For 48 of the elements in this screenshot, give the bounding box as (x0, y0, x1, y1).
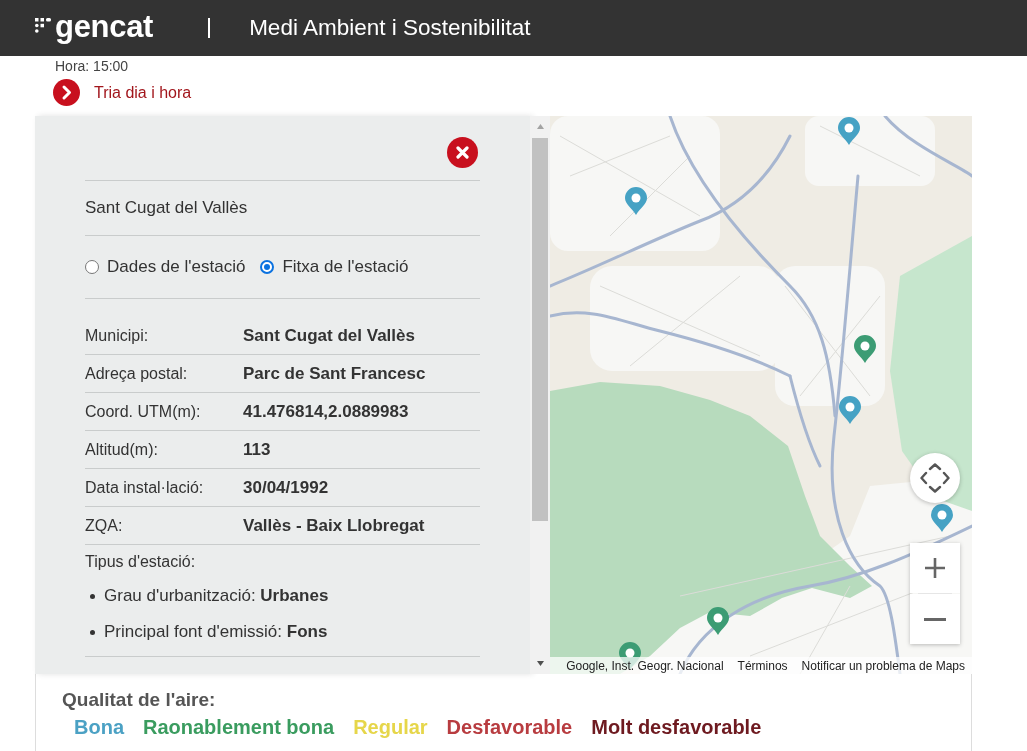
station-type-item: Grau d'urbanització: Urbanes (104, 586, 329, 606)
station-title: Sant Cugat del Vallès (85, 198, 248, 218)
zoom-in-button[interactable] (910, 543, 960, 593)
bullet-icon (90, 629, 95, 635)
header-title: Medi Ambient i Sostenibilitat (249, 15, 531, 41)
field-value: 41.476814,2.0889983 (243, 401, 409, 422)
scroll-down-icon[interactable] (536, 661, 544, 666)
legend-level: Regular (353, 715, 428, 739)
station-view-option[interactable]: Dades de l'estació (85, 257, 246, 277)
field-label: Coord. UTM(m): (85, 402, 202, 421)
terms-link[interactable]: Términos (737, 658, 788, 673)
scrollbar-track[interactable] (530, 116, 550, 674)
scrollbar-thumb[interactable] (532, 138, 548, 521)
field-value: Sant Cugat del Vallès (243, 325, 415, 346)
field-label: Data instal·lació: (85, 478, 205, 497)
legend-title: Qualitat de l'aire: (62, 688, 216, 712)
logo-dots-icon (35, 17, 51, 33)
legend-level: Molt desfavorable (591, 715, 762, 739)
report-problem-link[interactable]: Notificar un problema de Maps (801, 658, 965, 673)
chevron-right-icon (53, 79, 80, 106)
move-arrows-icon (920, 463, 950, 493)
field-label: Municipi: (85, 326, 150, 345)
station-view-option[interactable]: Fitxa de l'estació (260, 257, 409, 277)
bullet-icon (90, 593, 95, 599)
field-label: Adreça postal: (85, 364, 189, 383)
zoom-out-button[interactable] (910, 594, 960, 644)
field-value: 30/04/1992 (243, 477, 329, 498)
station-type-heading: Tipus d'estació: (85, 552, 196, 571)
field-label: Altitud(m): (85, 440, 159, 459)
scroll-up-icon[interactable] (536, 124, 544, 129)
choose-date-link[interactable]: Tria dia i hora (53, 79, 192, 106)
legend-level: Desfavorable (446, 715, 573, 739)
logo-text[interactable]: gencat (55, 10, 154, 42)
time-text: Hora: 15:00 (55, 57, 129, 74)
field-label: ZQA: (85, 516, 124, 535)
plus-icon (924, 557, 946, 579)
close-button[interactable] (447, 137, 478, 168)
map-attribution-text: Google, Inst. Geogr. Nacional (566, 658, 724, 673)
legend-level: Raonablement bona (143, 715, 335, 739)
field-value: Parc de Sant Francesc (243, 363, 426, 384)
close-icon (456, 146, 469, 159)
field-value: Vallès - Baix Llobregat (243, 515, 425, 536)
station-type-item: Principal font d'emissió: Fons (104, 622, 328, 642)
field-value: 113 (243, 439, 271, 460)
radio-button[interactable] (85, 260, 99, 274)
legend-level: Bona (74, 715, 124, 739)
radio-button[interactable] (260, 260, 275, 274)
minus-icon (924, 617, 946, 621)
